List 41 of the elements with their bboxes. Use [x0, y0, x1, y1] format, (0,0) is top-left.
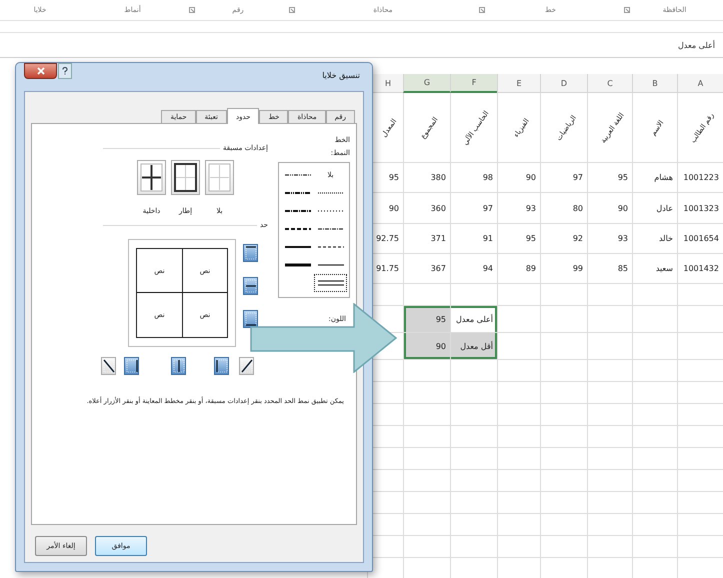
table-cell: 1001223	[677, 163, 723, 193]
table-cell: 92	[540, 224, 587, 254]
table-cell: 90	[403, 333, 450, 360]
table-cell: 371	[403, 224, 450, 254]
table-cell: أقل معدل	[450, 333, 497, 360]
table-cell: خالد	[632, 224, 677, 254]
column-header[interactable]: D	[540, 74, 587, 93]
table-cell: 1001432	[677, 254, 723, 284]
table-cell: 85	[587, 254, 632, 284]
formula-value: أعلى معدل	[678, 40, 715, 50]
table-cell: 80	[540, 193, 587, 224]
table-cell: 99	[540, 254, 587, 284]
table-cell: 93	[587, 224, 632, 254]
table-cell: 91	[450, 224, 497, 254]
table-cell: 89	[497, 254, 540, 284]
table-cell: عادل	[632, 193, 677, 224]
table-cell: أعلى معدل	[450, 306, 497, 333]
column-header[interactable]: F	[450, 74, 497, 93]
table-cell: سعيد	[632, 254, 677, 284]
table-cell: 380	[403, 163, 450, 193]
column-header[interactable]: A	[677, 74, 723, 93]
table-cell: 98	[450, 163, 497, 193]
column-header[interactable]: C	[587, 74, 632, 93]
table-cell: 95	[587, 163, 632, 193]
table-cell: 97	[540, 163, 587, 193]
table-cell: 94	[450, 254, 497, 284]
table-cell: 95	[497, 224, 540, 254]
table-cell: 93	[497, 193, 540, 224]
table-cell: 95	[403, 306, 450, 333]
column-header[interactable]: E	[497, 74, 540, 93]
table-cell: 97	[450, 193, 497, 224]
table-cell: 1001323	[677, 193, 723, 224]
table-cell: 360	[403, 193, 450, 224]
table-cell: هشام	[632, 163, 677, 193]
table-cell: 1001654	[677, 224, 723, 254]
table-cell: 90	[587, 193, 632, 224]
dialog-title: تنسيق خلايا	[322, 70, 361, 80]
table-cell: 367	[403, 254, 450, 284]
column-header[interactable]: G	[403, 74, 450, 93]
column-header[interactable]: B	[632, 74, 677, 93]
table-cell: 90	[497, 163, 540, 193]
